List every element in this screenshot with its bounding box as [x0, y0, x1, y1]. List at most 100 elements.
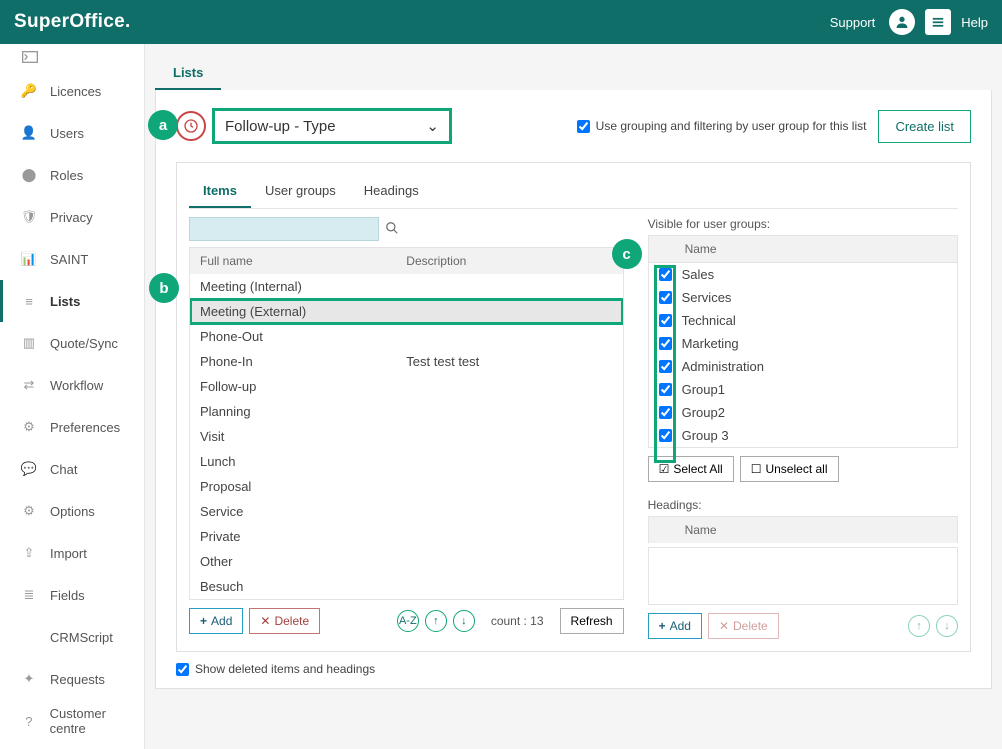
subtab-items[interactable]: Items	[189, 175, 251, 208]
search-input[interactable]	[189, 217, 379, 241]
collapse-icon[interactable]	[0, 44, 144, 70]
sidebar-item-fields[interactable]: ≣Fields	[0, 574, 144, 616]
list-item[interactable]: Lunch	[190, 449, 623, 474]
vug-header-name[interactable]: Name	[685, 242, 717, 256]
sidebar-icon: 🛡	[18, 206, 40, 228]
list-item[interactable]: Meeting (External)	[190, 299, 623, 324]
subtab-headings[interactable]: Headings	[350, 175, 433, 208]
sidebar-item-label: Privacy	[50, 210, 93, 225]
sidebar-item-label: Chat	[50, 462, 77, 477]
user-group-row[interactable]: Services	[649, 286, 957, 309]
visible-groups-title: Visible for user groups:	[648, 217, 958, 231]
sidebar-item-lists[interactable]: ≡ Lists	[0, 280, 144, 322]
user-group-row[interactable]: Technical	[649, 309, 957, 332]
sidebar-item-label: Users	[50, 126, 84, 141]
show-deleted-checkbox[interactable]: Show deleted items and headings	[176, 662, 971, 676]
move-up-button[interactable]: ↑	[425, 610, 447, 632]
heading-down-button[interactable]: ↓	[936, 615, 958, 637]
sidebar-icon: ?	[18, 710, 40, 732]
sidebar-item-privacy[interactable]: 🛡 Privacy	[0, 196, 144, 238]
heading-up-button[interactable]: ↑	[908, 615, 930, 637]
sidebar-item-workflow[interactable]: ⇄Workflow	[0, 364, 144, 406]
lists-panel: a Follow-up - Type ⌄ Use grouping and fi…	[155, 90, 992, 689]
col-header-fullname[interactable]: Full name	[200, 254, 406, 268]
tab-lists[interactable]: Lists	[155, 57, 221, 90]
list-type-select[interactable]: Follow-up - Type ⌄	[212, 108, 452, 144]
user-group-row[interactable]: Sales	[649, 263, 957, 286]
user-group-checkbox[interactable]	[659, 383, 672, 396]
sidebar-item-import[interactable]: ⇪Import	[0, 532, 144, 574]
list-item[interactable]: Service	[190, 499, 623, 524]
list-item[interactable]: Phone-Out	[190, 324, 623, 349]
sort-az-button[interactable]: A-Z	[397, 610, 419, 632]
user-group-row[interactable]: Marketing	[649, 332, 957, 355]
delete-heading-button[interactable]: ✕ Delete	[708, 613, 779, 639]
subtab-user-groups[interactable]: User groups	[251, 175, 350, 208]
user-group-checkbox[interactable]	[659, 429, 672, 442]
list-item[interactable]: Visit	[190, 424, 623, 449]
callout-b: b	[149, 273, 179, 303]
user-group-checkbox[interactable]	[659, 291, 672, 304]
list-item[interactable]: Follow-up	[190, 374, 623, 399]
list-item[interactable]: Proposal	[190, 474, 623, 499]
grouping-checkbox-input[interactable]	[577, 120, 590, 133]
create-list-button[interactable]: Create list	[878, 110, 971, 143]
move-down-button[interactable]: ↓	[453, 610, 475, 632]
col-header-description[interactable]: Description	[406, 254, 612, 268]
items-grid: Full name Description Meeting (Internal)…	[189, 247, 624, 600]
sidebar-item-crmscript[interactable]: CRMScript	[0, 616, 144, 658]
add-item-button[interactable]: +Add	[189, 608, 243, 634]
sidebar-item-roles[interactable]: ⬤Roles	[0, 154, 144, 196]
sidebar-item-label: Lists	[50, 294, 80, 309]
user-group-checkbox[interactable]	[659, 268, 672, 281]
sidebar-item-users[interactable]: 👤 Users	[0, 112, 144, 154]
headings-header-name[interactable]: Name	[685, 523, 717, 537]
unselect-all-button[interactable]: ☐ Unselect all	[740, 456, 839, 482]
sidebar-icon: ⚙	[18, 416, 40, 438]
sidebar-item-options[interactable]: ⚙Options	[0, 490, 144, 532]
user-group-row[interactable]: Group2	[649, 401, 957, 424]
user-group-row[interactable]: Administration	[649, 355, 957, 378]
sidebar-item-saint[interactable]: 📊SAINT	[0, 238, 144, 280]
add-heading-button[interactable]: +Add	[648, 613, 702, 639]
select-all-button[interactable]: ☑ Select All	[648, 456, 734, 482]
list-item[interactable]: Phone-InTest test test	[190, 349, 623, 374]
refresh-button[interactable]: Refresh	[560, 608, 624, 634]
sidebar-item-preferences[interactable]: ⚙Preferences	[0, 406, 144, 448]
sidebar-icon: ≡	[18, 290, 40, 312]
sidebar-item-label: Requests	[50, 672, 105, 687]
sidebar-item-requests[interactable]: ✦ Requests	[0, 658, 144, 700]
user-group-checkbox[interactable]	[659, 337, 672, 350]
sidebar-icon: ⬤	[18, 164, 40, 186]
sidebar-icon: 📊	[18, 248, 40, 270]
sidebar-item-label: Import	[50, 546, 87, 561]
list-item[interactable]: Other	[190, 549, 623, 574]
brand-logo: SuperOffice.	[14, 11, 131, 33]
show-deleted-input[interactable]	[176, 663, 189, 676]
list-item[interactable]: Planning	[190, 399, 623, 424]
sidebar-icon: 👤	[18, 122, 40, 144]
list-item[interactable]: Meeting (Internal)	[190, 274, 623, 299]
profile-icon[interactable]	[889, 9, 915, 35]
sidebar-item-customer-centre[interactable]: ?Customer centre	[0, 700, 144, 742]
user-group-row[interactable]: Group1	[649, 378, 957, 401]
user-group-checkbox[interactable]	[659, 360, 672, 373]
grouping-checkbox[interactable]: Use grouping and filtering by user group…	[577, 119, 867, 133]
menu-icon[interactable]	[925, 9, 951, 35]
sidebar-item-label: Fields	[50, 588, 85, 603]
list-item[interactable]: Besuch	[190, 574, 623, 599]
search-icon	[385, 221, 399, 238]
user-group-checkbox[interactable]	[659, 406, 672, 419]
list-type-value: Follow-up - Type	[225, 118, 336, 135]
sidebar-icon	[18, 626, 40, 648]
help-link[interactable]: Help	[961, 15, 988, 30]
user-group-checkbox[interactable]	[659, 314, 672, 327]
list-item[interactable]: Private	[190, 524, 623, 549]
sidebar-item-licences[interactable]: 🔑Licences	[0, 70, 144, 112]
sidebar-item-quote-sync[interactable]: ▥Quote/Sync	[0, 322, 144, 364]
sidebar-icon: ✦	[18, 668, 40, 690]
sidebar-item-chat[interactable]: 💬Chat	[0, 448, 144, 490]
delete-item-button[interactable]: ✕ Delete	[249, 608, 320, 634]
user-group-row[interactable]: Group 3	[649, 424, 957, 447]
support-link[interactable]: Support	[830, 15, 876, 30]
